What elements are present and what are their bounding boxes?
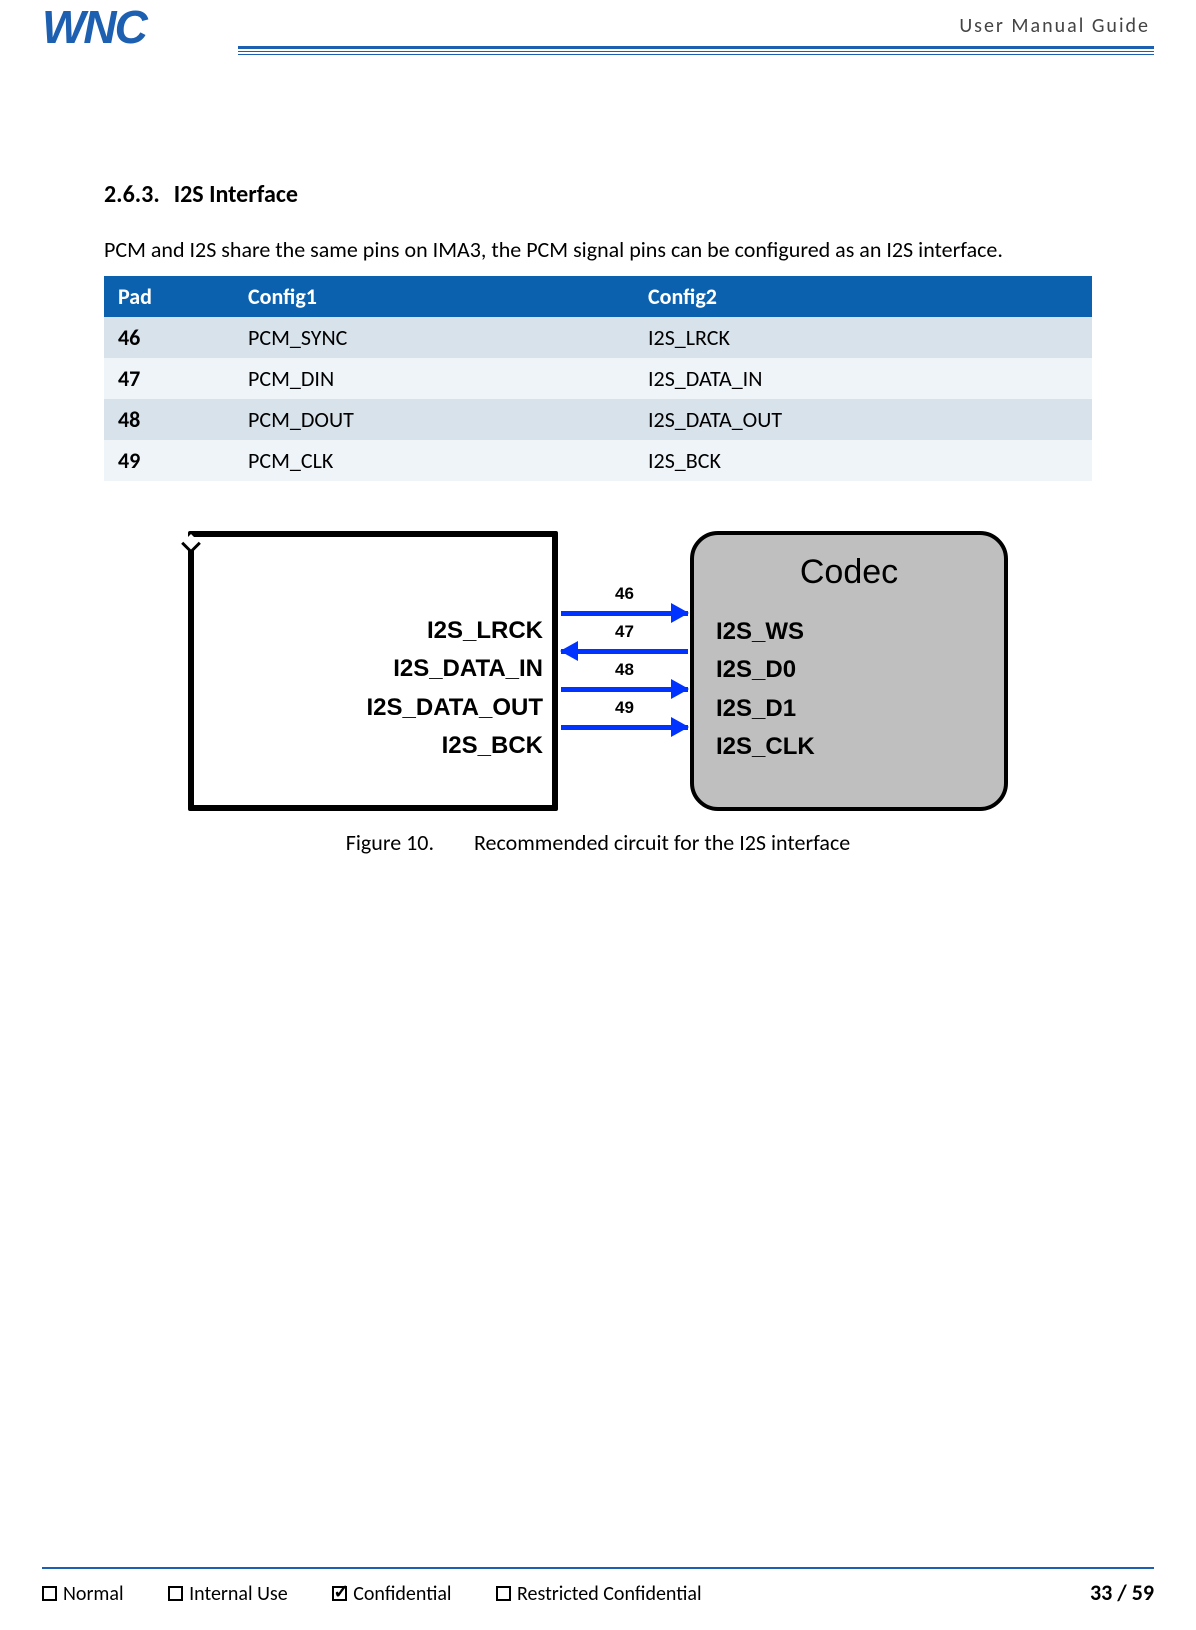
pin-number: 49: [615, 698, 634, 718]
arrow-right-icon: [671, 717, 689, 737]
th-config2: Config2: [634, 276, 1092, 317]
figure-number: Figure 10.: [346, 829, 434, 856]
signal-wires: 46 47 48 49: [561, 601, 688, 753]
table-row: 47 PCM_DIN I2S_DATA_IN: [104, 358, 1092, 399]
classification-label: Confidential: [353, 1582, 451, 1606]
arrow-right-icon: [671, 603, 689, 623]
classification-option: Internal Use: [168, 1582, 308, 1606]
section-heading: 2.6.3. I2S Interface: [104, 180, 1092, 209]
cell-c2: I2S_BCK: [634, 440, 1092, 481]
wire: 49: [561, 715, 688, 753]
signal-label: I2S_DATA_OUT: [367, 689, 543, 727]
brand-logo: WNC: [42, 4, 146, 50]
pin-number: 47: [615, 622, 634, 642]
signal-label: I2S_BCK: [367, 727, 543, 765]
classification-label: Restricted Confidential: [517, 1582, 702, 1606]
section-number: 2.6.3.: [104, 180, 160, 209]
cell-pad: 46: [104, 317, 234, 358]
codec-title: Codec: [694, 553, 1004, 592]
table-row: 49 PCM_CLK I2S_BCK: [104, 440, 1092, 481]
figure-text: Recommended circuit for the I2S interfac…: [474, 829, 850, 856]
classification-list: Normal Internal Use Confidential Restric…: [42, 1582, 742, 1606]
cell-c1: PCM_CLK: [234, 440, 634, 481]
signal-label: I2S_DATA_IN: [367, 650, 543, 688]
pin-number: 46: [615, 584, 634, 604]
pin-number: 48: [615, 660, 634, 680]
classification-option: Restricted Confidential: [496, 1582, 722, 1606]
cell-c2: I2S_DATA_IN: [634, 358, 1092, 399]
th-config1: Config1: [234, 276, 634, 317]
cell-c2: I2S_DATA_OUT: [634, 399, 1092, 440]
section-title: I2S Interface: [174, 180, 298, 209]
cell-pad: 47: [104, 358, 234, 399]
intro-paragraph: PCM and I2S share the same pins on IMA3,…: [104, 233, 1092, 266]
page-number: 33 / 59: [1090, 1579, 1154, 1606]
i2s-circuit-diagram: I2S_LRCK I2S_DATA_IN I2S_DATA_OUT I2S_BC…: [188, 525, 1008, 815]
chip-module: I2S_LRCK I2S_DATA_IN I2S_DATA_OUT I2S_BC…: [188, 531, 558, 811]
arrow-right-icon: [671, 679, 689, 699]
signal-label: I2S_LRCK: [367, 612, 543, 650]
th-pad: Pad: [104, 276, 234, 317]
classification-label: Normal: [63, 1582, 124, 1606]
arrow-left-icon: [560, 641, 578, 661]
classification-option: Confidential: [332, 1582, 471, 1606]
page-footer: Normal Internal Use Confidential Restric…: [42, 1567, 1154, 1607]
signal-label: I2S_CLK: [716, 728, 815, 766]
table-row: 46 PCM_SYNC I2S_LRCK: [104, 317, 1092, 358]
page-total: 59: [1132, 1579, 1154, 1606]
header-divider: [238, 46, 1154, 52]
page-header: WNC User Manual Guide: [42, 12, 1154, 60]
checkbox-icon: [496, 1586, 511, 1601]
page-content: 2.6.3. I2S Interface PCM and I2S share th…: [104, 180, 1092, 856]
doc-title: User Manual Guide: [959, 14, 1150, 38]
checkbox-icon: [168, 1586, 183, 1601]
codec-block: Codec I2S_WS I2S_D0 I2S_D1 I2S_CLK: [690, 531, 1008, 811]
signal-label: I2S_WS: [716, 613, 815, 651]
checkbox-icon: [42, 1586, 57, 1601]
signal-label: I2S_D0: [716, 651, 815, 689]
cell-c2: I2S_LRCK: [634, 317, 1092, 358]
footer-divider: [42, 1567, 1154, 1570]
cell-pad: 48: [104, 399, 234, 440]
figure-wrap: I2S_LRCK I2S_DATA_IN I2S_DATA_OUT I2S_BC…: [104, 525, 1092, 856]
page-current: 33: [1090, 1579, 1112, 1606]
cell-c1: PCM_SYNC: [234, 317, 634, 358]
table-row: 48 PCM_DOUT I2S_DATA_OUT: [104, 399, 1092, 440]
cell-c1: PCM_DIN: [234, 358, 634, 399]
cell-c1: PCM_DOUT: [234, 399, 634, 440]
classification-option: Normal: [42, 1582, 144, 1606]
figure-caption: Figure 10. Recommended circuit for the I2…: [104, 829, 1092, 856]
checkbox-checked-icon: [332, 1586, 347, 1601]
chip-notch-icon: [171, 514, 211, 554]
classification-label: Internal Use: [189, 1582, 288, 1606]
cell-pad: 49: [104, 440, 234, 481]
pin-config-table: Pad Config1 Config2 46 PCM_SYNC I2S_LRCK…: [104, 276, 1092, 481]
signal-label: I2S_D1: [716, 690, 815, 728]
page-sep: /: [1112, 1579, 1131, 1606]
